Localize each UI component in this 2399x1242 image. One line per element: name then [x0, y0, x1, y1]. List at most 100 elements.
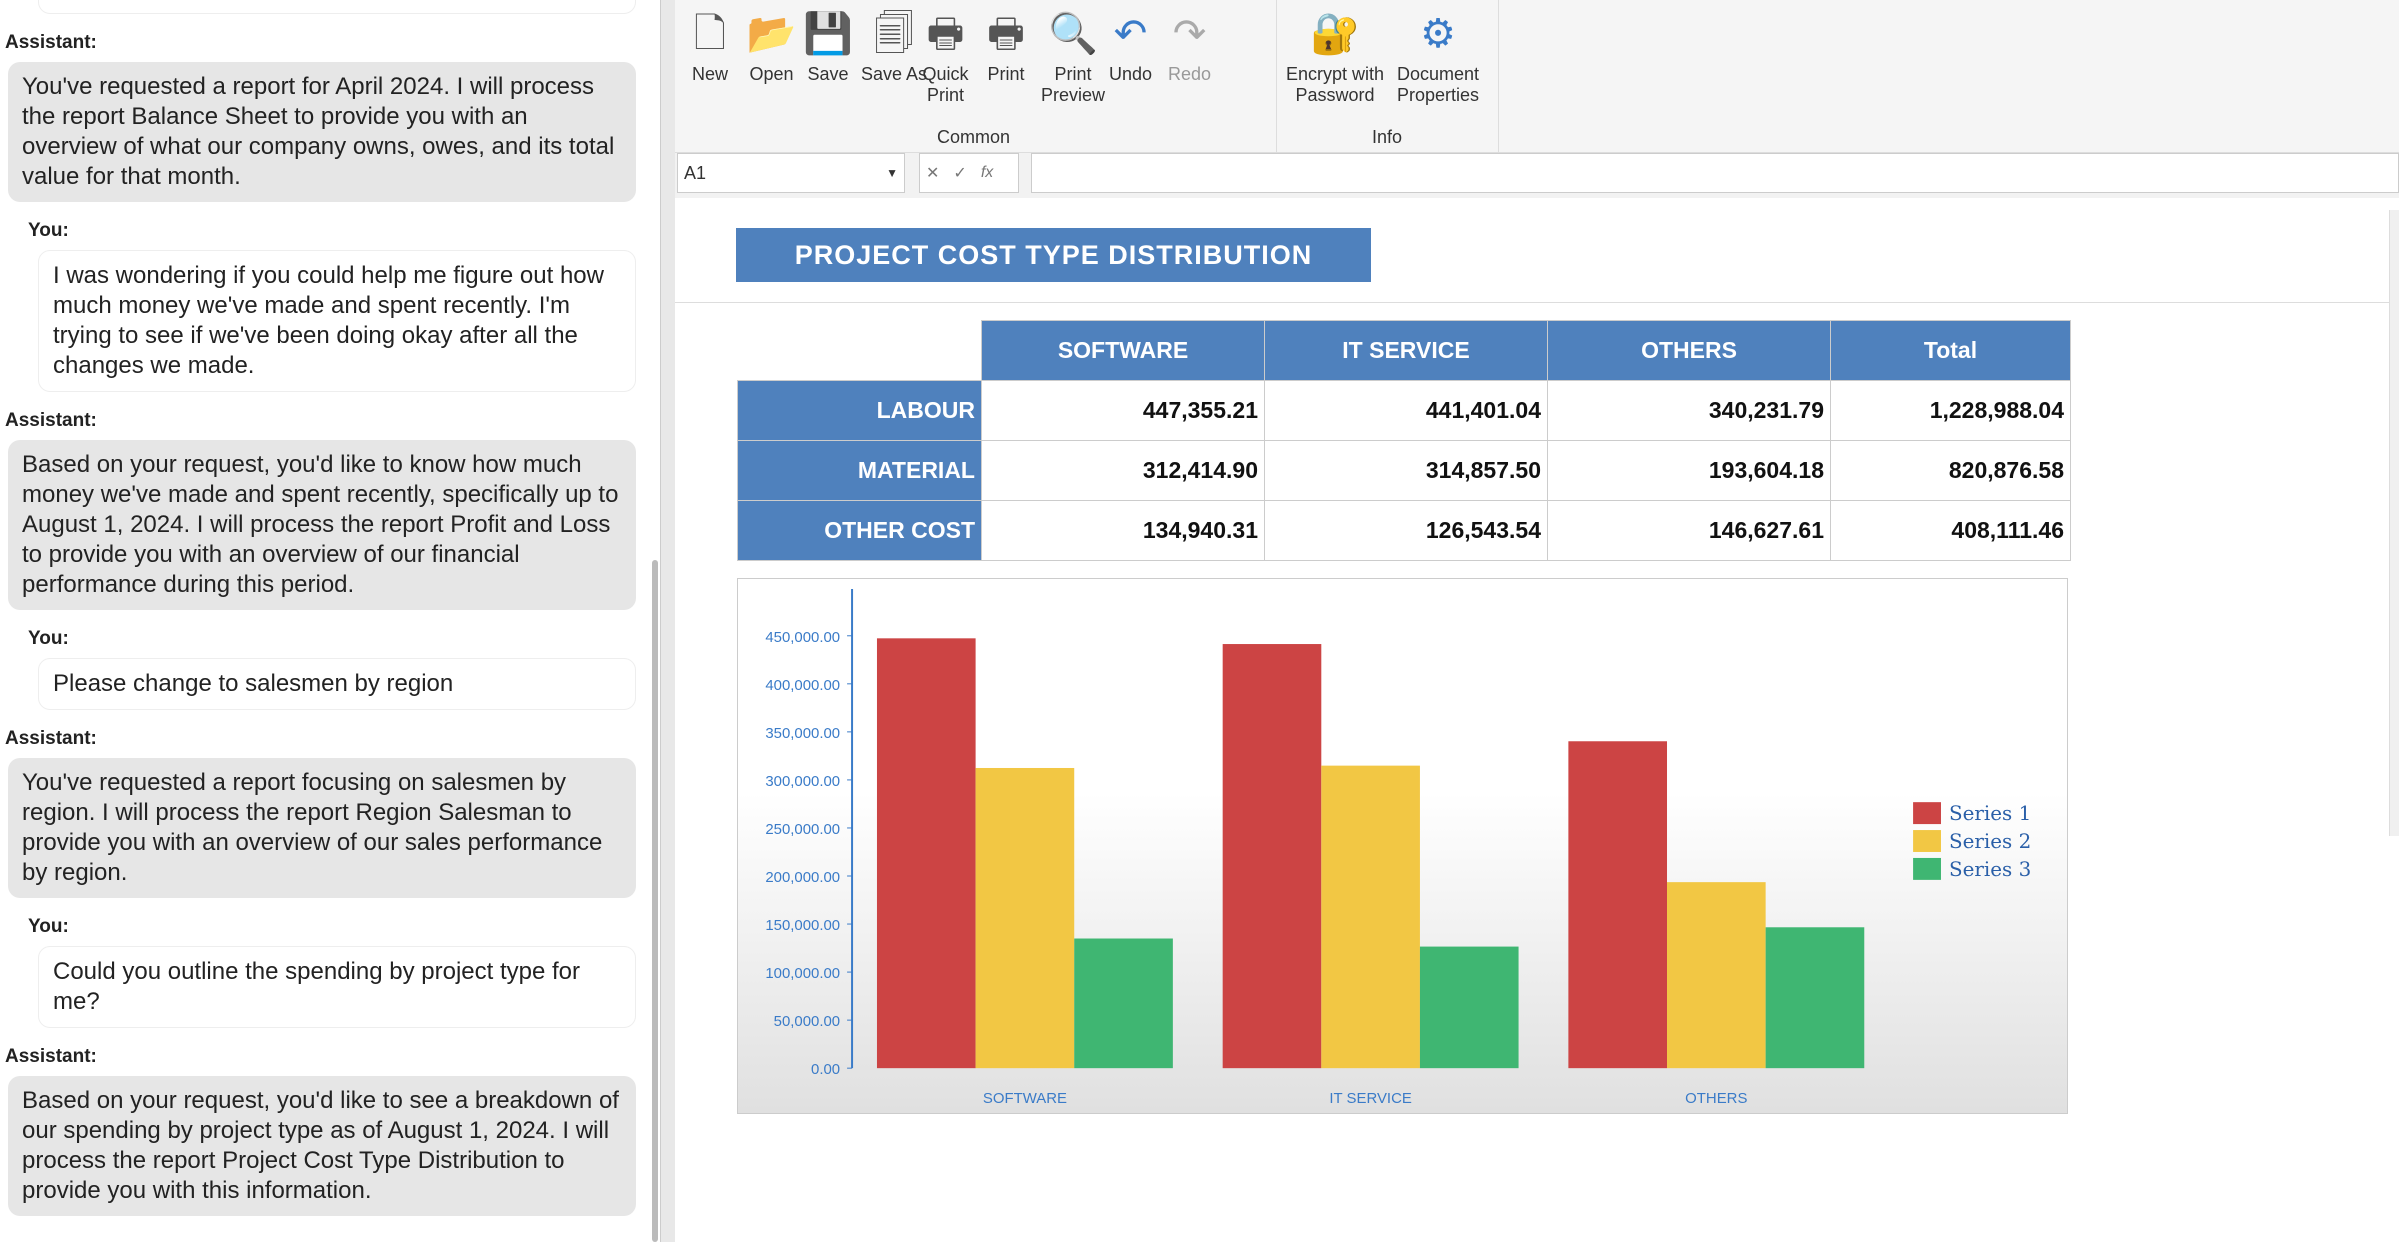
message-sender: Assistant: [5, 32, 97, 53]
chat-panel: Pleae change to April 2024 Assistant: You'… [0, 0, 658, 1242]
cell[interactable]: 193,604.18 [1547, 440, 1831, 501]
print-icon: 🖶 [987, 11, 1025, 56]
y-tick-label: 300,000.00 [765, 773, 840, 790]
group-label-common: Common [937, 127, 1011, 147]
ribbon-button-label: Open [749, 64, 794, 84]
table-row: OTHER COST 134,940.31 126,543.54 146,627.61… [737, 500, 2071, 561]
assistant-message: Based on your request, you'd like to see… [8, 1076, 636, 1216]
ribbon-button-label: Print [987, 64, 1025, 84]
ribbon-button-label: New [691, 64, 728, 84]
y-tick-label: 50,000.00 [774, 1013, 840, 1030]
bar-series-3 [1419, 946, 1519, 1069]
cell[interactable]: 340,231.79 [1547, 380, 1831, 441]
ribbon-button-open[interactable]: 📂 Open [744, 8, 799, 85]
column-header: IT SERVICE [1264, 320, 1548, 381]
panel-divider[interactable] [660, 0, 675, 1242]
x-tick-label: OTHERS [1685, 1090, 1747, 1107]
y-tick-label: 0.00 [811, 1061, 840, 1078]
lock-key-icon: 🔐 [1310, 11, 1360, 56]
assistant-message: You've requested a report for April 2024… [8, 62, 636, 202]
message-sender: You: [28, 628, 69, 649]
y-tick-label: 100,000.00 [765, 965, 840, 982]
legend-swatch [1913, 857, 1941, 880]
assistant-message: Based on your request, you'd like to kno… [8, 440, 636, 610]
user-message: Pleae change to April 2024 [38, 0, 636, 14]
ribbon-button-quick-print[interactable]: 🖶 Quick Print [918, 8, 973, 106]
column-header: Total [1830, 320, 2071, 381]
row-header[interactable]: OTHER COST [737, 500, 982, 561]
message-sender: Assistant: [5, 728, 97, 749]
x-tick-label: IT SERVICE [1329, 1090, 1411, 1107]
row-header[interactable]: MATERIAL [737, 440, 982, 501]
legend-label: Series 2 [1949, 830, 2031, 853]
bar-series-1 [1222, 644, 1322, 1069]
bar-series-2 [975, 767, 1075, 1069]
cell[interactable]: 134,940.31 [981, 500, 1265, 561]
user-message: Could you outline the spending by projec… [38, 946, 636, 1028]
print-preview-icon: 🔍 [1048, 11, 1098, 56]
cell-reference: A1 [684, 162, 707, 183]
ribbon-button-undo[interactable]: ↶ Undo [1103, 8, 1158, 85]
group-label-info: Info [1372, 127, 1403, 147]
ribbon-button-new[interactable]: 🗋 New [685, 8, 735, 85]
user-message: Please change to salesmen by region [38, 658, 636, 710]
ribbon-button-label: Quick Print [922, 64, 969, 105]
y-tick-label: 250,000.00 [765, 821, 840, 838]
ribbon-button-print[interactable]: 🖶 Print [981, 8, 1031, 85]
row-header[interactable]: LABOUR [737, 380, 982, 441]
bar-series-3 [1074, 938, 1173, 1069]
ribbon-button-document-properties[interactable]: ⚙ Document Properties [1393, 8, 1483, 106]
user-message: I was wondering if you could help me fig… [38, 250, 636, 392]
worksheet[interactable]: PROJECT COST TYPE DISTRIBUTION SOFTWARE I… [675, 210, 2399, 1242]
cell[interactable]: 312,414.90 [981, 440, 1265, 501]
column-header: OTHERS [1547, 320, 1831, 381]
dropdown-arrow-icon[interactable]: ▼ [886, 166, 898, 180]
ribbon-button-print-preview[interactable]: 🔍 Print Preview [1033, 8, 1113, 106]
cell[interactable]: 146,627.61 [1547, 500, 1831, 561]
ribbon-button-save[interactable]: 💾 Save [803, 8, 853, 85]
cell[interactable]: 820,876.58 [1830, 440, 2071, 501]
quick-print-icon: 🖶 [926, 11, 965, 56]
bar-series-2 [1321, 765, 1420, 1069]
new-file-icon: 🗋 [693, 11, 727, 56]
cell[interactable]: 1,228,988.04 [1830, 380, 2071, 441]
formula-input[interactable] [1031, 153, 2399, 193]
formula-actions: ✕ ✓ fx [919, 153, 1019, 193]
legend-swatch [1913, 802, 1941, 825]
spreadsheet-app: 🗋 New 📂 Open 💾 Save 🗐 Save As 🖶 Quick Print 🖶 Print… [675, 0, 2399, 1242]
cancel-icon[interactable]: ✕ [926, 163, 939, 183]
bar-series-2 [1667, 882, 1766, 1069]
cell[interactable]: 314,857.50 [1264, 440, 1548, 501]
cell[interactable]: 441,401.04 [1264, 380, 1548, 441]
chat-messages: Pleae change to April 2024 Assistant: You'… [0, 0, 640, 1216]
chat-scrollbar[interactable] [652, 560, 658, 1242]
cell[interactable]: 126,543.54 [1264, 500, 1548, 561]
legend-label: Series 1 [1949, 802, 2031, 825]
report-title: PROJECT COST TYPE DISTRIBUTION [736, 228, 1371, 282]
y-tick-label: 150,000.00 [765, 917, 840, 934]
ribbon-button-label: Save [807, 64, 849, 84]
ribbon-button-label: Encrypt with Password [1285, 64, 1385, 105]
confirm-icon[interactable]: ✓ [953, 163, 966, 183]
function-icon[interactable]: fx [981, 164, 993, 182]
ribbon-button-redo[interactable]: ↷ Redo [1162, 8, 1217, 85]
y-tick-label: 400,000.00 [765, 677, 840, 694]
folder-open-icon: 📂 [746, 11, 797, 56]
ribbon: 🗋 New 📂 Open 💾 Save 🗐 Save As 🖶 Quick Print 🖶 Print… [675, 0, 2399, 153]
undo-icon: ↶ [1113, 11, 1148, 56]
redo-icon: ↷ [1172, 11, 1207, 56]
ribbon-button-label: Document Properties [1396, 64, 1480, 105]
cell[interactable]: 408,111.46 [1830, 500, 2071, 561]
cell[interactable]: 447,355.21 [981, 380, 1265, 441]
ribbon-button-encrypt-with-password[interactable]: 🔐 Encrypt with Password [1285, 8, 1385, 106]
vertical-scrollbar[interactable] [2389, 210, 2399, 836]
message-sender: Assistant: [5, 1046, 97, 1067]
x-tick-label: SOFTWARE [983, 1090, 1067, 1107]
group-separator [1276, 0, 1277, 153]
cost-table: SOFTWARE IT SERVICE OTHERS Total LABOUR 447,3… [737, 320, 2071, 561]
message-sender: Assistant: [5, 410, 97, 431]
bar-series-3 [1765, 927, 1865, 1069]
name-box[interactable]: A1 ▼ [677, 153, 905, 193]
column-header: SOFTWARE [981, 320, 1265, 381]
ribbon-button-label: Redo [1167, 64, 1212, 84]
